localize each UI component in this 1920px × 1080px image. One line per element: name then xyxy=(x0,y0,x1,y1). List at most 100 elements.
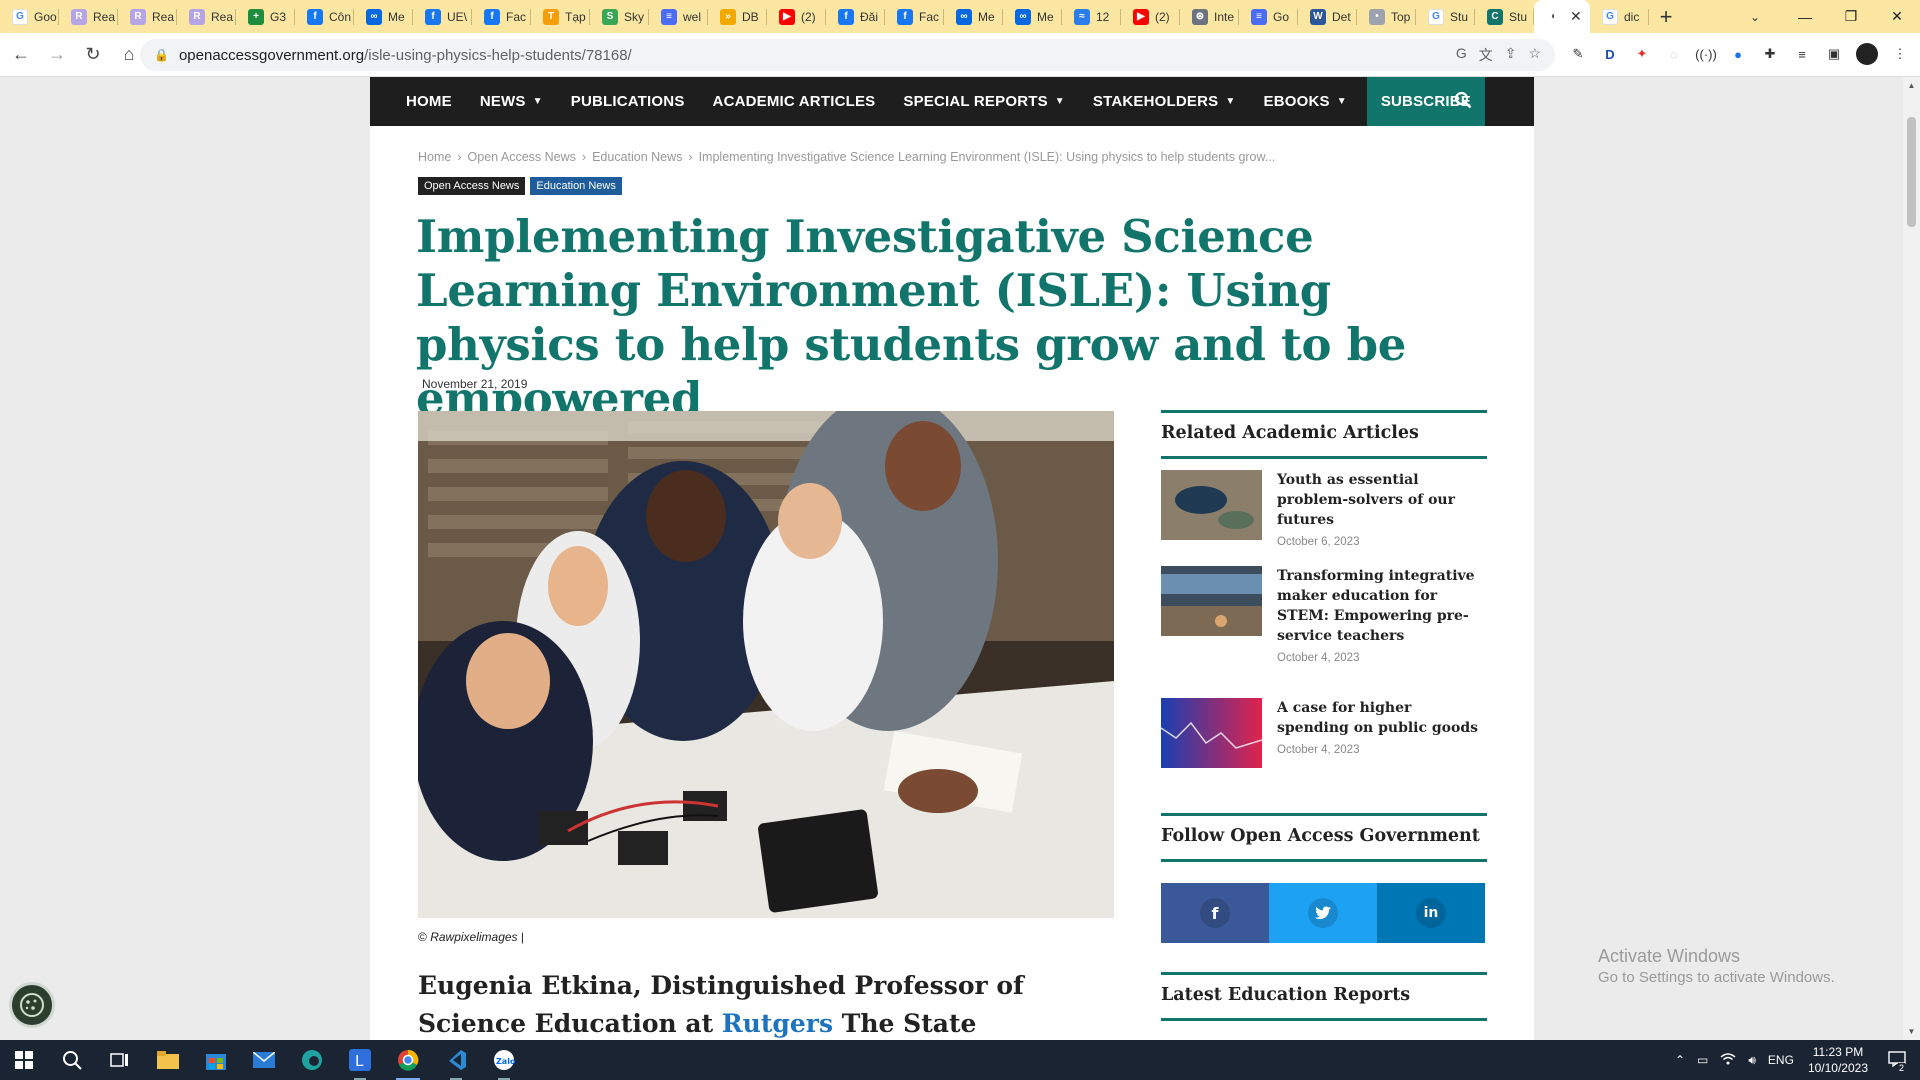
browser-tab[interactable]: T Tạp xyxy=(531,0,590,33)
google-lens-icon[interactable]: G xyxy=(1456,45,1467,65)
browser-tab[interactable]: + G3 xyxy=(236,0,295,33)
browser-tab[interactable]: f Đăi xyxy=(826,0,885,33)
lock-icon[interactable]: 🔒 xyxy=(154,48,169,62)
browser-tab[interactable]: R Rea xyxy=(118,0,177,33)
wifi-icon[interactable] xyxy=(1720,1052,1736,1068)
browser-tab[interactable]: W Det xyxy=(1298,0,1357,33)
share-icon[interactable]: ⇪ xyxy=(1505,45,1517,65)
browser-tab[interactable]: C Stu xyxy=(1475,0,1534,33)
tab-close-icon[interactable]: ✕ xyxy=(1570,8,1582,25)
nav-item-stakeholders[interactable]: STAKEHOLDERS ▼ xyxy=(1079,77,1250,126)
browser-tab[interactable]: Gdic xyxy=(1590,0,1649,33)
browser-tab[interactable]: ≈12 xyxy=(1062,0,1121,33)
related-article-thumbnail[interactable] xyxy=(1161,698,1262,768)
edge-browser-icon[interactable] xyxy=(288,1040,336,1080)
browser-tab[interactable]: R Rea xyxy=(177,0,236,33)
tab-search-icon[interactable]: ⌄ xyxy=(1735,0,1775,33)
eyedropper-extension-icon[interactable]: ✎ xyxy=(1568,44,1588,64)
browser-tab[interactable]: G Goo xyxy=(0,0,59,33)
tag-education-news[interactable]: Education News xyxy=(530,177,622,195)
nav-item-special-reports[interactable]: SPECIAL REPORTS ▼ xyxy=(889,77,1079,126)
back-icon[interactable]: ← xyxy=(6,40,36,70)
browser-tab[interactable]: • Top xyxy=(1357,0,1416,33)
browser-tab[interactable]: ∞ Me xyxy=(1003,0,1062,33)
browser-tab[interactable]: ▶ (2) xyxy=(767,0,826,33)
browser-tab[interactable]: f UE\ xyxy=(413,0,472,33)
reload-icon[interactable]: ↻ xyxy=(78,40,108,70)
related-article-title[interactable]: Youth as essential problem-solvers of ou… xyxy=(1277,470,1487,530)
blue-extension-icon[interactable]: ● xyxy=(1728,44,1748,64)
new-tab-button[interactable]: + xyxy=(1649,0,1683,33)
circle-extension-icon[interactable]: ◌ xyxy=(1664,44,1684,64)
page-scrollbar[interactable]: ▲ ▼ xyxy=(1903,77,1920,1040)
profile-avatar[interactable] xyxy=(1856,43,1878,65)
browser-tab[interactable]: ∞ Me xyxy=(944,0,1003,33)
microsoft-store-icon[interactable] xyxy=(192,1040,240,1080)
puzzle-extensions-icon[interactable]: ✚ xyxy=(1760,44,1780,64)
bookmark-star-icon[interactable]: ☆ xyxy=(1528,45,1541,65)
tray-device-icon[interactable]: ▭ xyxy=(1697,1053,1708,1067)
reading-list-icon[interactable]: ≡ xyxy=(1792,44,1812,64)
breadcrumb-education-news[interactable]: Education News xyxy=(592,150,682,164)
restore-icon[interactable]: ❐ xyxy=(1828,0,1874,33)
breadcrumb-home[interactable]: Home xyxy=(418,150,451,164)
nav-item-home[interactable]: HOME xyxy=(392,77,466,126)
sidepanel-icon[interactable]: ▣ xyxy=(1824,44,1844,64)
d-extension-icon[interactable]: D xyxy=(1600,44,1620,64)
browser-tab[interactable]: f Fac xyxy=(472,0,531,33)
linkedin-button[interactable]: in xyxy=(1377,883,1485,943)
minimize-icon[interactable]: — xyxy=(1782,0,1828,33)
browser-tab[interactable]: ⊛ Inte xyxy=(1180,0,1239,33)
notification-center-icon[interactable]: 2 xyxy=(1888,1050,1906,1073)
translate-icon[interactable]: 文 xyxy=(1479,45,1493,65)
related-article-thumbnail[interactable] xyxy=(1161,566,1262,636)
breadcrumb-open-access-news[interactable]: Open Access News xyxy=(468,150,576,164)
pinwheel-extension-icon[interactable]: ✦ xyxy=(1632,44,1652,64)
scrollbar-thumb[interactable] xyxy=(1907,117,1916,227)
nav-item-publications[interactable]: PUBLICATIONS xyxy=(557,77,699,126)
input-language[interactable]: ENG xyxy=(1768,1053,1794,1067)
browser-menu-icon[interactable]: ⋮ xyxy=(1890,44,1910,64)
nav-item-academic-articles[interactable]: ACADEMIC ARTICLES xyxy=(699,77,890,126)
browser-tab[interactable]: ≡ Go xyxy=(1239,0,1298,33)
address-bar[interactable]: 🔒 openaccessgovernment.org/isle-using-ph… xyxy=(140,39,1555,71)
lightshot-app-icon[interactable]: L xyxy=(336,1040,384,1080)
related-article-title[interactable]: Transforming integrative maker education… xyxy=(1277,566,1487,646)
file-explorer-icon[interactable] xyxy=(144,1040,192,1080)
cookie-settings-button[interactable] xyxy=(9,982,55,1028)
browser-tab[interactable]: ▶ (2) xyxy=(1121,0,1180,33)
nav-item-news[interactable]: NEWS ▼ xyxy=(466,77,557,126)
browser-tab[interactable]: ≡ wel xyxy=(649,0,708,33)
nav-item-ebooks[interactable]: EBOOKS ▼ xyxy=(1249,77,1360,126)
tag-open-access-news[interactable]: Open Access News xyxy=(418,177,526,195)
search-icon[interactable] xyxy=(1454,91,1472,114)
browser-tab-active[interactable]: ◐ ✕ xyxy=(1534,0,1590,33)
window-close-icon[interactable]: ✕ xyxy=(1874,0,1920,33)
forward-icon[interactable]: → xyxy=(42,40,72,70)
taskbar-search-icon[interactable] xyxy=(48,1040,96,1080)
zalo-icon[interactable]: Zalo xyxy=(480,1040,528,1080)
scroll-up-arrow-icon[interactable]: ▲ xyxy=(1903,77,1920,94)
chrome-icon[interactable] xyxy=(384,1040,432,1080)
vscode-icon[interactable] xyxy=(432,1040,480,1080)
facebook-button[interactable]: f xyxy=(1161,883,1269,943)
browser-tab[interactable]: R Rea xyxy=(59,0,118,33)
browser-tab[interactable]: ∞ Me xyxy=(354,0,413,33)
browser-tab[interactable]: » DB xyxy=(708,0,767,33)
browser-tab[interactable]: S Sky xyxy=(590,0,649,33)
twitter-button[interactable] xyxy=(1269,883,1377,943)
browser-tab[interactable]: G Stu xyxy=(1416,0,1475,33)
start-button[interactable] xyxy=(0,1040,48,1080)
rutgers-link[interactable]: Rutgers xyxy=(722,1009,833,1038)
task-view-icon[interactable] xyxy=(96,1040,144,1080)
browser-tab[interactable]: f Côn xyxy=(295,0,354,33)
volume-icon[interactable]: 🔊︎ xyxy=(1748,1053,1756,1068)
mail-icon[interactable] xyxy=(240,1040,288,1080)
scroll-down-arrow-icon[interactable]: ▼ xyxy=(1903,1023,1920,1040)
tray-overflow-icon[interactable]: ⌃ xyxy=(1675,1053,1685,1067)
related-article-thumbnail[interactable] xyxy=(1161,470,1262,540)
related-article-title[interactable]: A case for higher spending on public goo… xyxy=(1277,698,1487,738)
taskbar-clock[interactable]: 11:23 PM 10/10/2023 xyxy=(1808,1044,1868,1076)
browser-tab[interactable]: f Fac xyxy=(885,0,944,33)
signal-extension-icon[interactable]: ((·)) xyxy=(1695,44,1717,64)
